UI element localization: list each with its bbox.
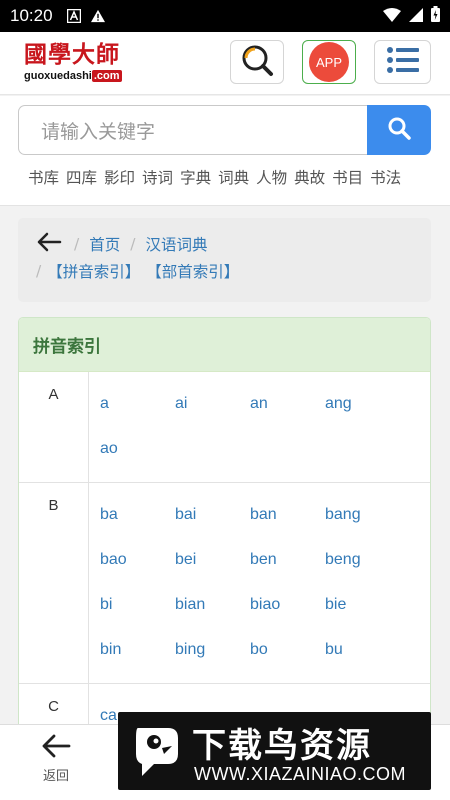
site-header: 國學大師 guoxuedashi .com APP	[0, 32, 450, 95]
breadcrumb-dictionary[interactable]: 汉语词典	[145, 233, 207, 255]
breadcrumb-row-2: / 【拼音索引】 【部首索引】	[36, 260, 239, 282]
breadcrumb-row-1: / 首页 / 汉语词典	[36, 232, 208, 256]
logo-chinese: 國學大師	[24, 41, 120, 68]
pinyin-link[interactable]: bin	[100, 630, 175, 675]
breadcrumb: / 首页 / 汉语词典 / 【拼音索引】 【部首索引】	[18, 218, 431, 302]
pinyin-index-link[interactable]: 【拼音索引】	[47, 260, 140, 282]
pinyin-link[interactable]: ban	[250, 495, 325, 540]
app-badge: APP	[309, 42, 349, 82]
bird-logo-icon	[132, 724, 182, 778]
category-cidian[interactable]: 词典	[218, 166, 249, 188]
pinyin-link[interactable]: bing	[175, 630, 250, 675]
breadcrumb-separator: /	[36, 262, 42, 280]
pinyin-link[interactable]: bo	[250, 630, 325, 675]
category-siku[interactable]: 四库	[66, 166, 97, 188]
menu-list-icon	[386, 47, 419, 77]
category-shici[interactable]: 诗词	[142, 166, 173, 188]
battery-icon	[431, 6, 440, 26]
arrow-left-icon	[41, 733, 71, 763]
back-arrow-icon[interactable]	[36, 232, 62, 256]
status-bar: 10:20	[0, 0, 450, 32]
category-diangu[interactable]: 典故	[294, 166, 325, 188]
search-icon	[387, 116, 411, 144]
group-items: a ai an ang ao	[89, 372, 430, 482]
pinyin-link[interactable]: ba	[100, 495, 175, 540]
header-search-button[interactable]	[230, 40, 284, 84]
pinyin-link[interactable]: ben	[250, 540, 325, 585]
magnifier-icon	[240, 43, 274, 81]
pinyin-link[interactable]: bao	[100, 540, 175, 585]
app-download-button[interactable]: APP	[302, 40, 356, 84]
index-group-a: A a ai an ang ao	[19, 372, 430, 483]
breadcrumb-separator: /	[74, 235, 80, 253]
pinyin-link[interactable]: ang	[325, 384, 400, 429]
pinyin-link[interactable]: ai	[175, 384, 250, 429]
menu-button[interactable]	[374, 40, 431, 84]
watermark-url: WWW.XIAZAINIAO.COM	[194, 764, 406, 784]
pinyin-link[interactable]: bai	[175, 495, 250, 540]
logo-domain-suffix: .com	[91, 70, 122, 82]
breadcrumb-home[interactable]: 首页	[89, 233, 120, 255]
group-letter: A	[19, 372, 89, 482]
pinyin-link[interactable]: bie	[325, 585, 400, 630]
pinyin-link[interactable]: bu	[325, 630, 400, 675]
radical-index-link[interactable]: 【部首索引】	[146, 260, 239, 282]
category-shufa[interactable]: 书法	[370, 166, 401, 188]
signal-icon	[409, 7, 423, 26]
pinyin-link[interactable]: biao	[250, 585, 325, 630]
pinyin-link[interactable]: bian	[175, 585, 250, 630]
watermark-banner: 下载鸟资源 WWW.XIAZAINIAO.COM	[118, 712, 431, 790]
panel-title: 拼音索引	[19, 318, 430, 372]
watermark-title: 下载鸟资源	[192, 726, 372, 766]
pinyin-link[interactable]: bang	[325, 495, 400, 540]
pinyin-link[interactable]: a	[100, 384, 175, 429]
warning-icon	[90, 9, 105, 23]
breadcrumb-separator: /	[130, 235, 136, 253]
category-renwu[interactable]: 人物	[256, 166, 287, 188]
category-yingyin[interactable]: 影印	[104, 166, 135, 188]
site-logo[interactable]: 國學大師 guoxuedashi .com	[24, 40, 146, 88]
logo-domain: guoxuedashi .com	[24, 70, 146, 82]
pinyin-link[interactable]: beng	[325, 540, 400, 585]
group-letter: B	[19, 483, 89, 683]
index-group-b: B ba bai ban bang bao bei ben beng bi bi…	[19, 483, 430, 684]
pinyin-link[interactable]: an	[250, 384, 325, 429]
notification-a-icon	[66, 9, 81, 23]
pinyin-link[interactable]: ao	[100, 429, 175, 474]
search-panel: 请输入关键字 书库 四库 影印 诗词 字典 词典 人物 典故 书目 书法	[0, 96, 450, 206]
category-shuku[interactable]: 书库	[28, 166, 59, 188]
search-submit-button[interactable]	[367, 105, 431, 155]
group-items: ba bai ban bang bao bei ben beng bi bian…	[89, 483, 430, 683]
search-input[interactable]: 请输入关键字	[18, 105, 367, 155]
category-zidian[interactable]: 字典	[180, 166, 211, 188]
logo-domain-name: guoxuedashi	[24, 70, 92, 82]
pinyin-link[interactable]: bi	[100, 585, 175, 630]
pinyin-link[interactable]: bei	[175, 540, 250, 585]
back-label: 返回	[42, 769, 69, 784]
status-time: 10:20	[10, 6, 53, 25]
category-shumu[interactable]: 书目	[332, 166, 363, 188]
category-links: 书库 四库 影印 诗词 字典 词典 人物 典故 书目 书法	[28, 166, 401, 188]
wifi-icon	[383, 7, 401, 26]
back-button[interactable]: 返回	[20, 733, 92, 795]
